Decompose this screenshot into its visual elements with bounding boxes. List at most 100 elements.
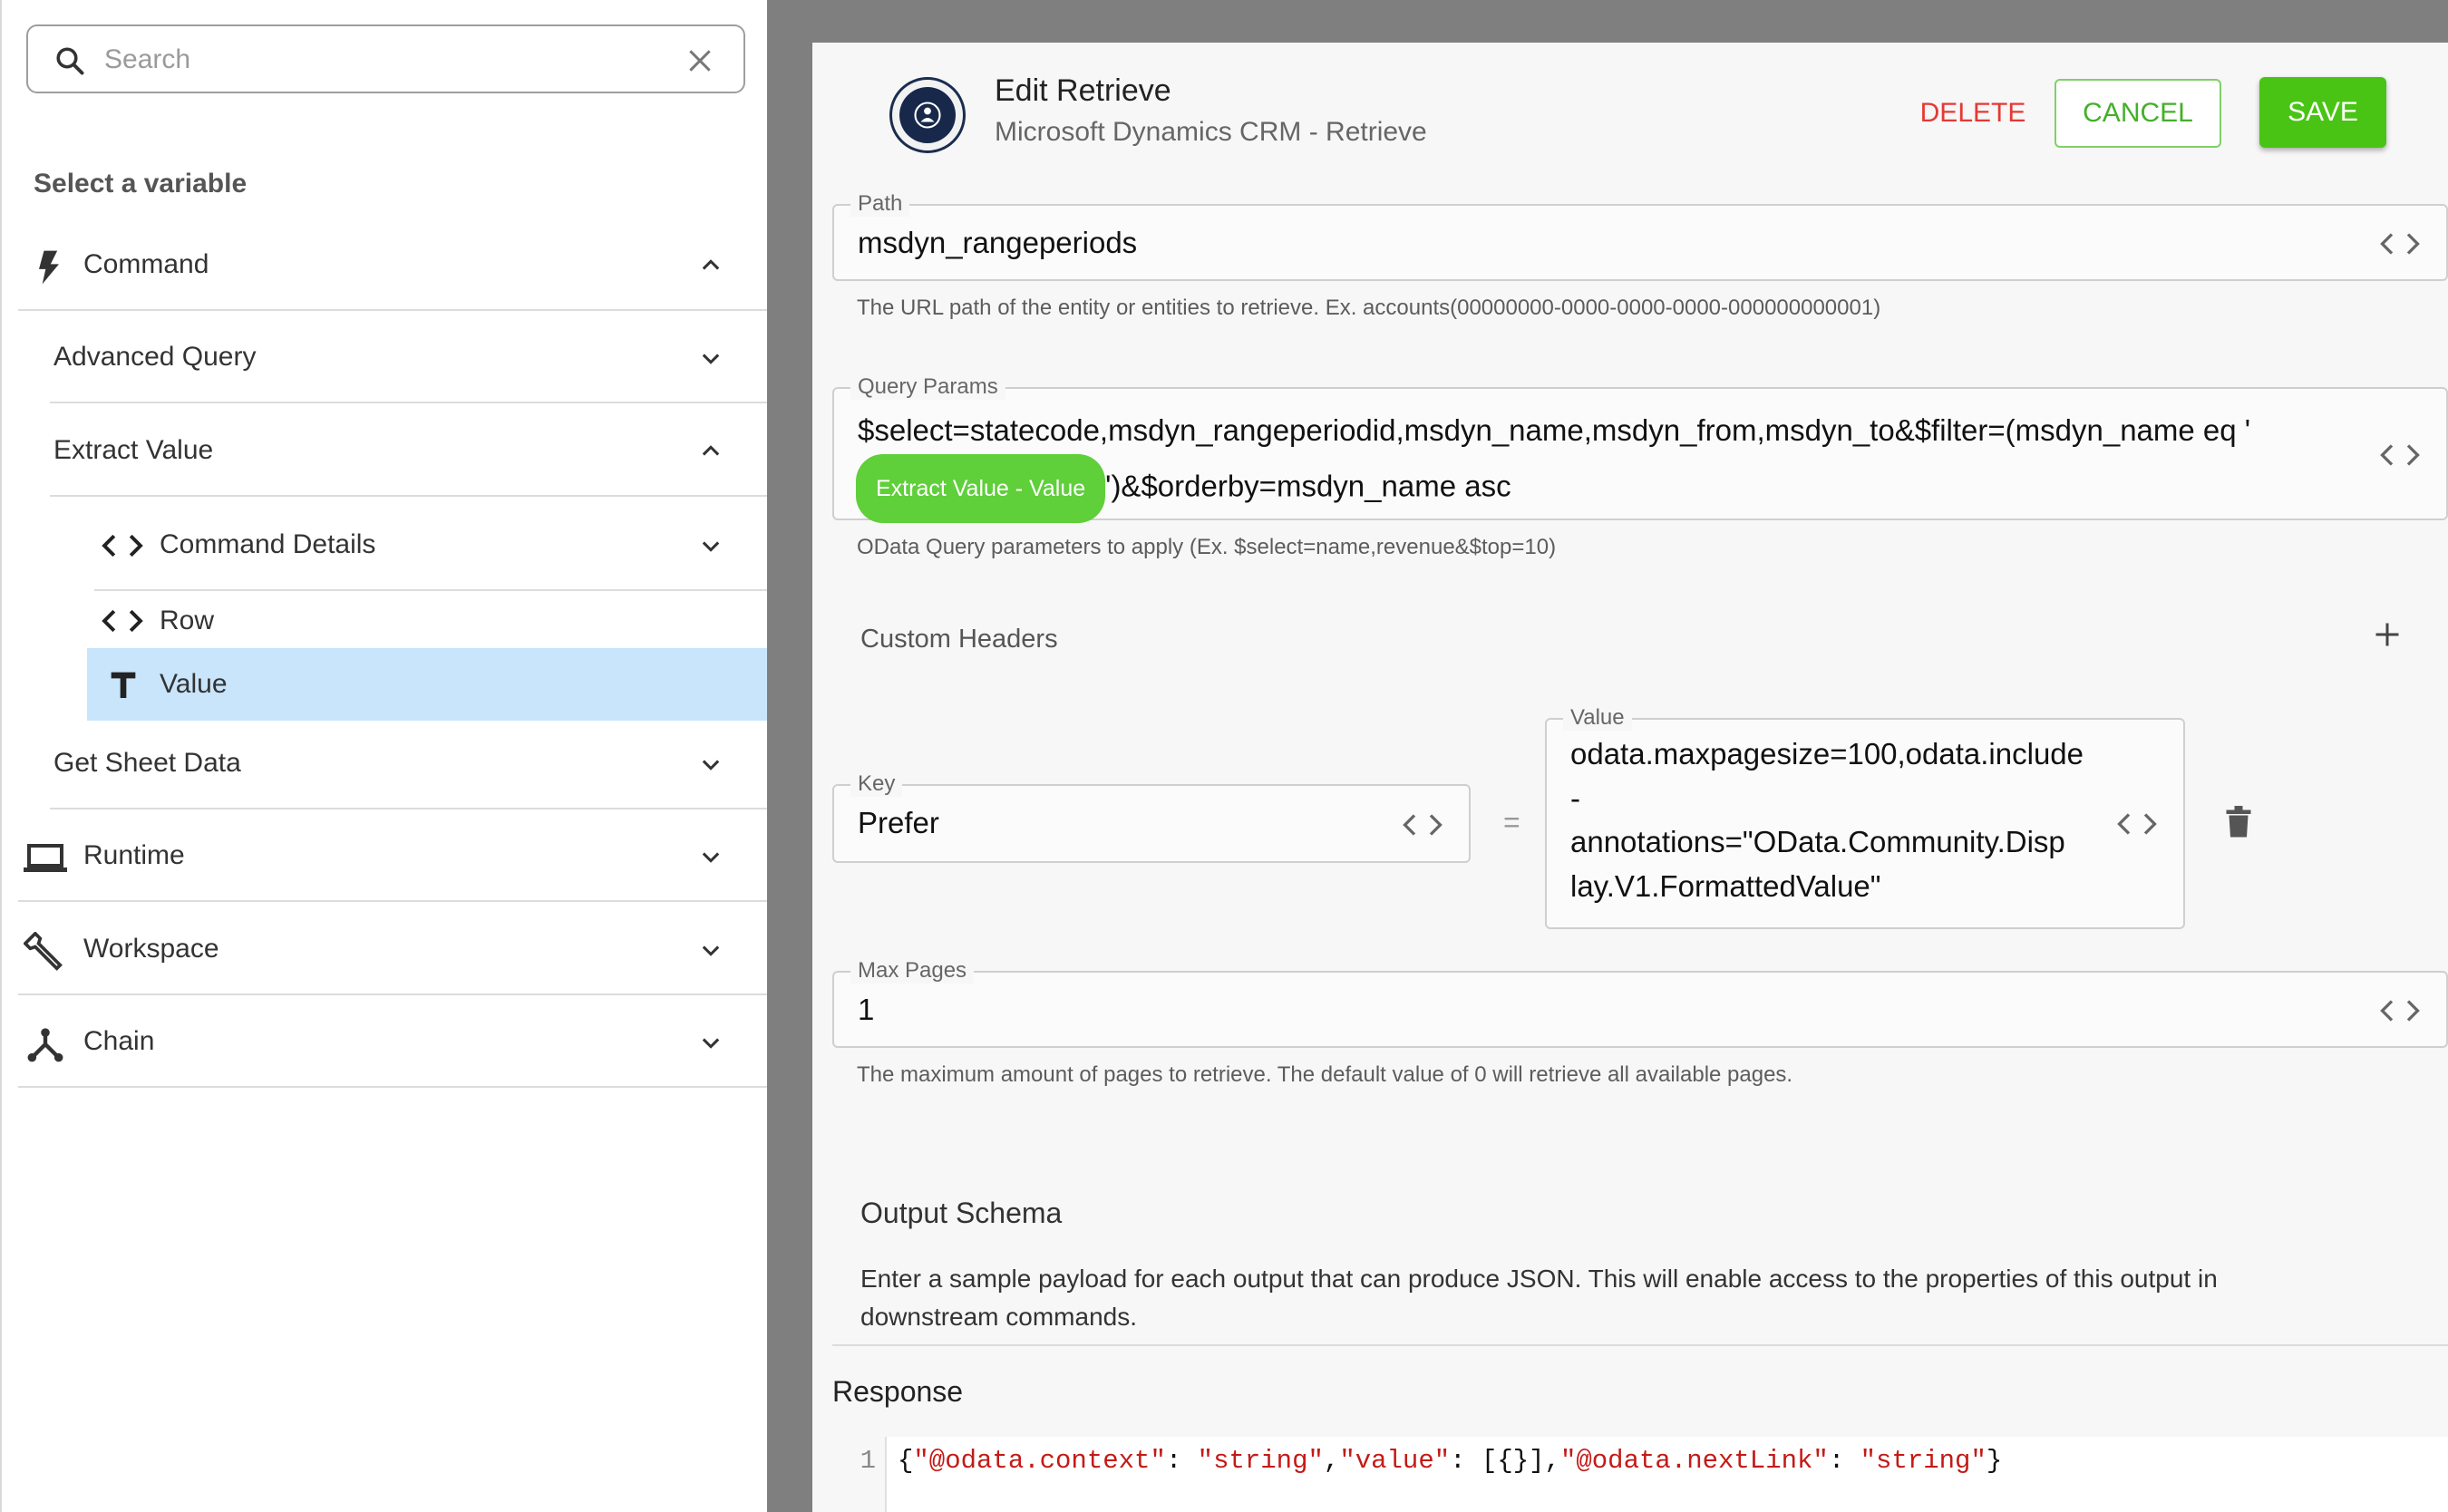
code-icon[interactable] <box>1402 811 1443 838</box>
code-icon <box>102 534 143 557</box>
query-params-help: OData Query parameters to apply (Ex. $se… <box>857 535 1557 559</box>
delete-button[interactable]: DELETE <box>1882 79 2064 148</box>
code-token: } <box>1986 1446 2003 1476</box>
code-token: : <box>1828 1446 1860 1476</box>
chevron-up-icon[interactable] <box>698 253 724 278</box>
code-token: "string" <box>1197 1446 1324 1476</box>
header-key-value[interactable]: Prefer <box>858 806 939 840</box>
code-token: "string" <box>1860 1446 1987 1476</box>
code-token: , <box>1323 1446 1340 1476</box>
response-code-editor[interactable]: 1 {"@odata.context": "string","value": [… <box>832 1437 2448 1512</box>
sidebar-item-get-sheet-data[interactable]: Get Sheet Data <box>50 719 769 809</box>
custom-headers-title: Custom Headers <box>860 625 1058 654</box>
header-value-field[interactable]: Value odata.maxpagesize=100,odata.includ… <box>1545 705 2185 929</box>
sidebar-item-command[interactable]: Command <box>18 220 769 311</box>
cancel-button[interactable]: CANCEL <box>2055 79 2221 148</box>
sidebar-item-advanced-query[interactable]: Advanced Query <box>50 313 769 403</box>
output-schema-title: Output Schema <box>860 1197 1063 1229</box>
header-key-field[interactable]: Key Prefer <box>832 771 1471 863</box>
sidebar-item-runtime[interactable]: Runtime <box>18 811 769 902</box>
code-line[interactable]: {"@odata.context": "string","value": [{}… <box>898 1446 2002 1476</box>
sidebar-item-value[interactable]: Value <box>87 648 769 721</box>
chain-icon <box>27 1028 63 1062</box>
max-pages-value[interactable]: 1 <box>858 993 874 1027</box>
sidebar-item-label: Value <box>160 669 228 699</box>
divider <box>832 1344 2448 1346</box>
sidebar-item-label: Chain <box>83 1026 155 1056</box>
equals-sign: = <box>1503 806 1520 838</box>
variable-sidebar: Select a variable Command Advanced Query… <box>0 0 769 1512</box>
header-key-label: Key <box>850 771 903 797</box>
path-help: The URL path of the entity or entities t… <box>857 296 1881 320</box>
chevron-up-icon[interactable] <box>698 439 724 464</box>
code-icon[interactable] <box>2379 441 2421 469</box>
sidebar-title: Select a variable <box>34 169 248 199</box>
path-value[interactable]: msdyn_rangeperiods <box>858 226 1137 260</box>
bolt-icon <box>39 250 59 285</box>
sidebar-item-chain[interactable]: Chain <box>18 997 769 1088</box>
sidebar-item-label: Row <box>160 606 215 635</box>
header-value-line: odata.maxpagesize=100,odata.include <box>1570 737 2084 771</box>
dialog-title: Edit Retrieve <box>995 73 1171 108</box>
sidebar-item-workspace[interactable]: Workspace <box>18 905 769 995</box>
code-token: "@odata.context" <box>913 1446 1166 1476</box>
chevron-down-icon[interactable] <box>698 345 724 371</box>
header-value-line: lay.V1.FormattedValue" <box>1570 868 1881 903</box>
add-header-icon[interactable] <box>2374 621 2401 648</box>
code-token: "value" <box>1339 1446 1451 1476</box>
header-value-line: - <box>1570 780 1580 815</box>
path-label: Path <box>850 191 910 217</box>
query-params-text-2: ')&$orderby=msdyn_name asc <box>1105 469 1511 503</box>
text-icon <box>111 672 136 698</box>
chevron-down-icon[interactable] <box>698 1030 724 1055</box>
clear-search-icon[interactable] <box>685 46 714 75</box>
max-pages-label: Max Pages <box>850 958 975 984</box>
chevron-down-icon[interactable] <box>698 844 724 869</box>
code-icon[interactable] <box>2379 997 2421 1024</box>
output-schema-description-line: downstream commands. <box>860 1303 1138 1331</box>
laptop-icon <box>24 844 67 872</box>
header-value-label: Value <box>1563 705 1632 731</box>
app-logo-icon <box>914 102 941 129</box>
max-pages-help: The maximum amount of pages to retrieve.… <box>857 1062 1793 1087</box>
chevron-down-icon[interactable] <box>698 751 724 777</box>
code-token: { <box>898 1446 914 1476</box>
query-params-label: Query Params <box>850 374 1005 400</box>
sidebar-item-label: Runtime <box>83 840 185 870</box>
chevron-down-icon[interactable] <box>698 533 724 558</box>
header-value-line: annotations="OData.Community.Disp <box>1570 825 2065 858</box>
dynamics-crm-logo <box>889 77 966 153</box>
path-field[interactable]: Path msdyn_rangeperiods <box>832 191 2448 281</box>
search-box <box>26 24 745 93</box>
response-title: Response <box>832 1375 964 1408</box>
query-params-field[interactable]: Query Params $select=statecode,msdyn_ran… <box>832 374 2448 523</box>
save-button[interactable]: SAVE <box>2259 77 2386 148</box>
extract-value-pill[interactable]: Extract Value - Value <box>856 454 1106 523</box>
query-params-text-1: $select=statecode,msdyn_rangeperiodid,ms… <box>858 413 2251 447</box>
trash-icon[interactable] <box>2225 806 2252 838</box>
output-schema-description: Enter a sample payload for each output t… <box>860 1260 2218 1336</box>
code-token: : [{}], <box>1450 1446 1560 1476</box>
sidebar-item-label: Workspace <box>83 934 219 964</box>
search-input[interactable] <box>104 35 666 84</box>
sidebar-item-command-details[interactable]: Command Details <box>94 500 769 591</box>
wrench-icon <box>24 932 63 971</box>
search-icon <box>56 47 84 75</box>
sidebar-item-label: Command Details <box>160 529 376 559</box>
header-value-text[interactable]: odata.maxpagesize=100,odata.include - an… <box>1570 732 2114 908</box>
output-schema-description-line: Enter a sample payload for each output t… <box>860 1265 2218 1293</box>
sidebar-item-row[interactable]: Row <box>94 594 769 648</box>
max-pages-field[interactable]: Max Pages 1 <box>832 958 2448 1048</box>
code-icon[interactable] <box>2116 810 2158 838</box>
line-number-gutter: 1 <box>832 1437 887 1512</box>
chevron-down-icon[interactable] <box>698 937 724 963</box>
edit-retrieve-dialog: Edit Retrieve Microsoft Dynamics CRM - R… <box>812 43 2448 1512</box>
code-icon[interactable] <box>2379 230 2421 257</box>
code-token: : <box>1165 1446 1198 1476</box>
query-params-value[interactable]: $select=statecode,msdyn_rangeperiodid,ms… <box>856 407 2345 523</box>
sidebar-item-label: Get Sheet Data <box>53 748 241 778</box>
sidebar-item-label: Advanced Query <box>53 342 257 372</box>
line-number: 1 <box>860 1446 876 1476</box>
sidebar-item-extract-value[interactable]: Extract Value <box>50 406 769 497</box>
sidebar-item-label: Extract Value <box>53 435 214 465</box>
